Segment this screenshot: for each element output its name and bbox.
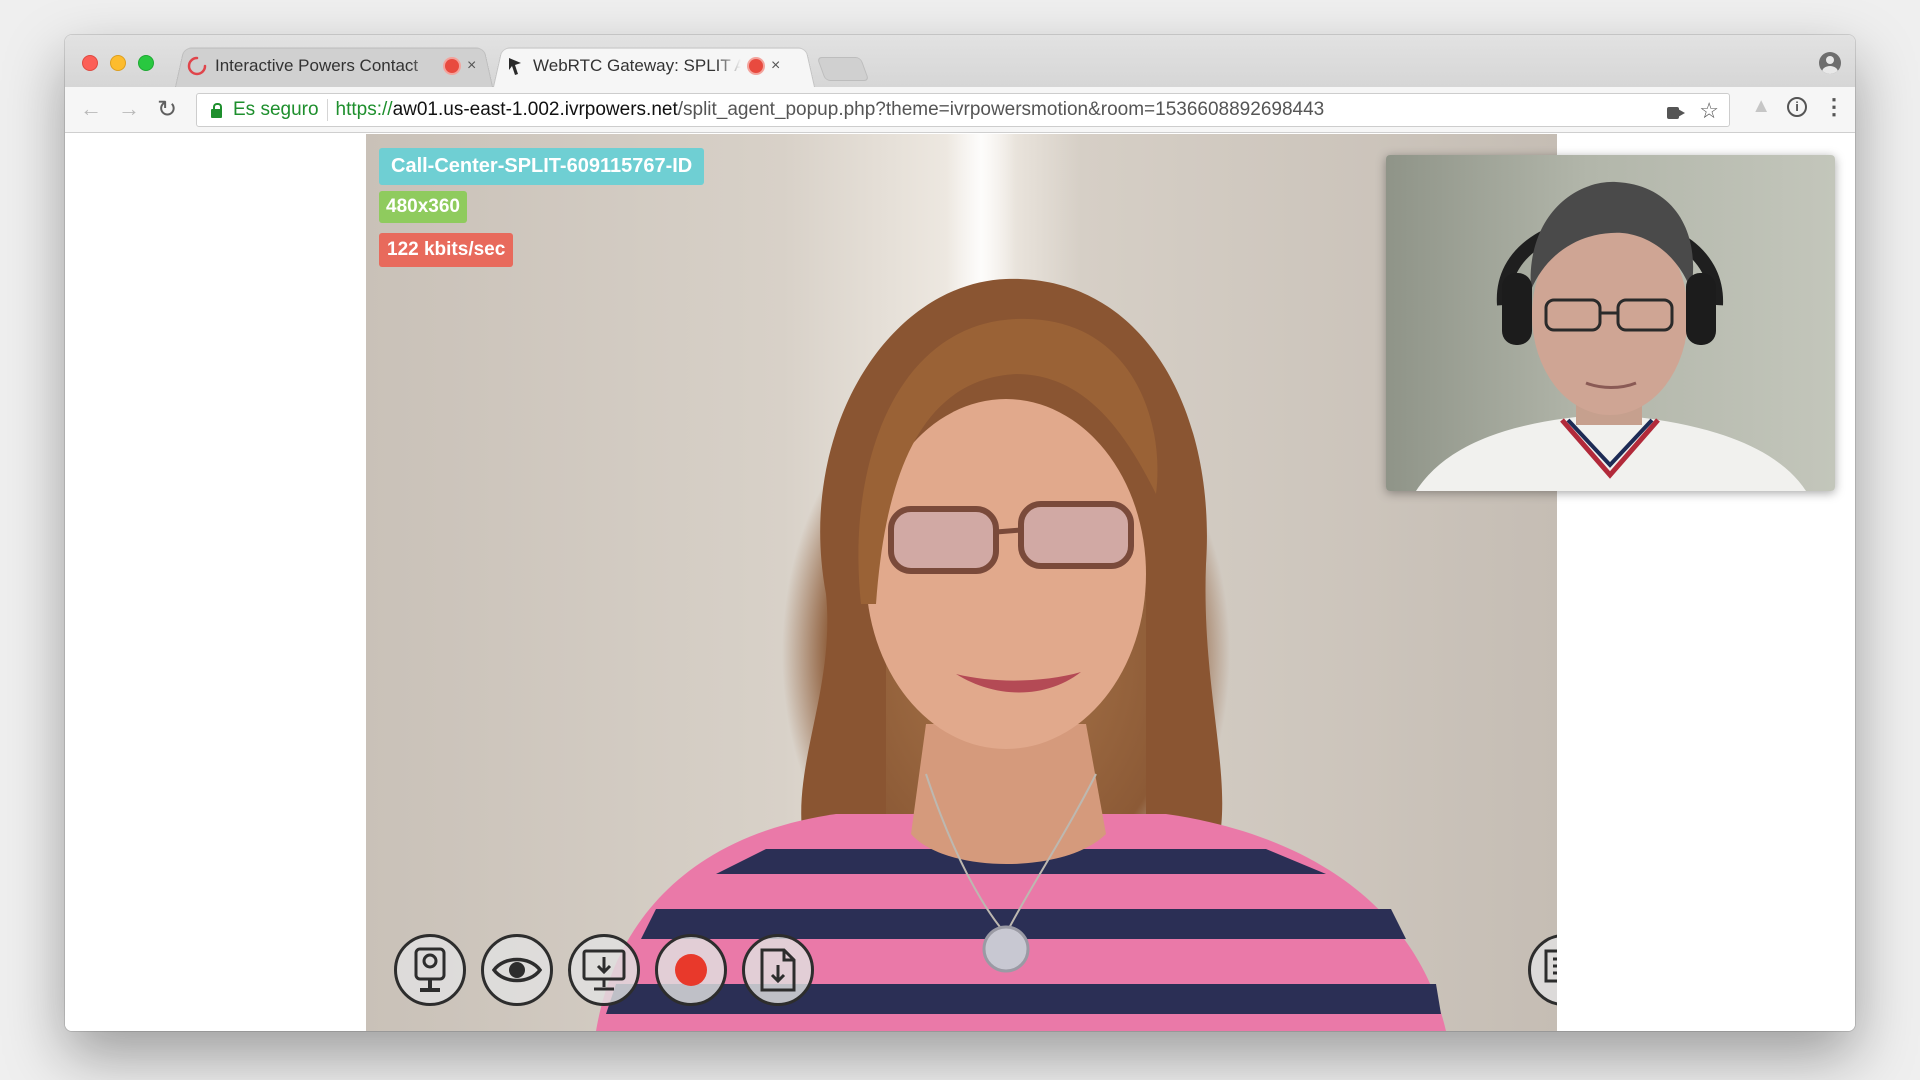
room-id-badge: Call-Center-SPLIT-609115767-ID bbox=[379, 148, 705, 185]
url-text[interactable]: https://aw01.us-east-1.002.ivrpowers.net… bbox=[336, 99, 1325, 121]
address-bar[interactable]: Es seguro https://aw01.us-east-1.002.ivr… bbox=[196, 93, 1730, 127]
profile-icon[interactable] bbox=[1819, 52, 1841, 74]
record-button[interactable] bbox=[655, 934, 727, 1006]
eye-icon bbox=[492, 957, 542, 983]
menu-icon[interactable]: ⋮ bbox=[1823, 95, 1845, 118]
local-video-preview bbox=[1386, 155, 1835, 491]
browser-toolbar: ← → ↻ Es seguro https://aw01.us-east-1.0… bbox=[65, 87, 1855, 133]
maximize-window-button[interactable] bbox=[138, 55, 154, 71]
resolution-badge: 480x360 bbox=[379, 191, 467, 223]
forward-icon[interactable]: → bbox=[115, 95, 143, 123]
tab-strip: Interactive Powers Contact × WebRTC Gate… bbox=[65, 35, 1855, 87]
new-tab-button[interactable] bbox=[816, 57, 870, 81]
camera-icon[interactable] bbox=[1667, 107, 1686, 121]
record-icon bbox=[675, 954, 707, 986]
page-content: Call-Center-SPLIT-609115767-ID 480x360 1… bbox=[65, 134, 1855, 1031]
file-download-icon bbox=[760, 948, 796, 992]
minimize-window-button[interactable] bbox=[110, 55, 126, 71]
webcam-button[interactable] bbox=[394, 934, 466, 1006]
gateway-favicon-icon bbox=[509, 58, 521, 75]
back-icon[interactable]: ← bbox=[77, 95, 105, 123]
recording-indicator-icon bbox=[445, 59, 459, 73]
tab-interactive-powers[interactable]: Interactive Powers Contact × bbox=[175, 45, 493, 87]
lock-icon bbox=[211, 102, 222, 118]
tab-webrtc-gateway[interactable]: WebRTC Gateway: SPLIT Agent × bbox=[493, 45, 815, 87]
bitrate-badge: 122 kbits/sec bbox=[379, 233, 514, 267]
view-button[interactable] bbox=[481, 934, 553, 1006]
drive-icon[interactable]: ▲ bbox=[1751, 95, 1771, 118]
file-download-button[interactable] bbox=[742, 934, 814, 1006]
screen-share-icon bbox=[582, 949, 626, 991]
reload-icon[interactable]: ↻ bbox=[153, 95, 181, 123]
close-window-button[interactable] bbox=[82, 55, 98, 71]
star-icon[interactable]: ☆ bbox=[1699, 98, 1719, 124]
tab-title: Interactive Powers Contact bbox=[215, 56, 419, 75]
loading-favicon-icon bbox=[187, 56, 207, 76]
close-tab-button[interactable]: × bbox=[771, 57, 780, 75]
tab-title: WebRTC Gateway: SPLIT Agent bbox=[533, 56, 741, 75]
browser-window: Interactive Powers Contact × WebRTC Gate… bbox=[65, 35, 1855, 1031]
local-participant-image bbox=[1416, 181, 1806, 491]
secure-label: Es seguro bbox=[233, 99, 319, 120]
remote-participant-image bbox=[596, 278, 1446, 1031]
call-controls bbox=[394, 934, 814, 1006]
screen-share-button[interactable] bbox=[568, 934, 640, 1006]
chat-icon bbox=[1544, 949, 1557, 984]
remote-video: Call-Center-SPLIT-609115767-ID 480x360 1… bbox=[366, 134, 1557, 1031]
webcam-icon bbox=[414, 947, 446, 992]
close-tab-button[interactable]: × bbox=[467, 57, 476, 75]
info-icon[interactable]: i bbox=[1787, 96, 1807, 117]
recording-indicator-icon bbox=[749, 59, 763, 73]
